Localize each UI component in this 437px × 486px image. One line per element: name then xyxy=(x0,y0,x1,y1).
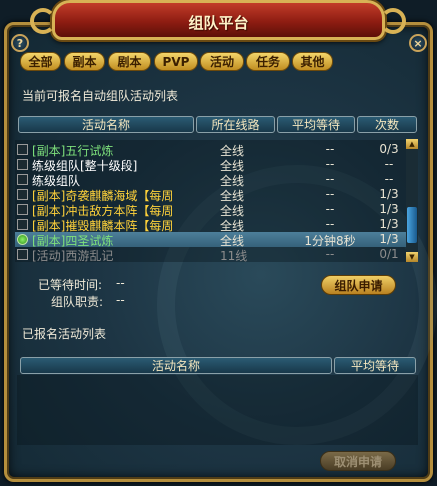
team-role-value: -- xyxy=(116,293,125,307)
activity-wait: -- xyxy=(325,142,335,156)
registered-column-header-avg-wait[interactable]: 平均等待 xyxy=(334,357,416,374)
activity-row[interactable]: [副本]摧毁麒麟本阵【每周 全线 -- 1/3 xyxy=(15,217,407,233)
row-checkbox[interactable] xyxy=(17,189,28,200)
activity-wait: -- xyxy=(325,172,335,186)
tab-activity[interactable]: 活动 xyxy=(200,52,244,71)
close-button[interactable]: × xyxy=(409,34,427,52)
activity-row[interactable]: [副本]冲击敌方本阵【每周 全线 -- 1/3 xyxy=(15,202,407,218)
registered-column-header-activity-name[interactable]: 活动名称 xyxy=(20,357,332,374)
title-bar[interactable]: 组队平台 xyxy=(52,0,385,40)
column-header-avg-wait[interactable]: 平均等待 xyxy=(277,116,355,133)
help-button[interactable]: ? xyxy=(11,34,29,52)
activity-row-selected[interactable]: [副本]四圣试炼 全线 1分钟8秒 1/3 xyxy=(15,232,407,248)
scroll-up-arrow-icon[interactable]: ▲ xyxy=(406,139,418,149)
row-checkbox[interactable] xyxy=(17,159,28,170)
activity-row[interactable]: [副本]五行试炼 全线 -- 0/3 xyxy=(15,142,407,158)
title-scroll-ornament-right xyxy=(380,8,406,34)
scroll-down-arrow-icon[interactable]: ▼ xyxy=(406,252,418,262)
row-checkbox[interactable] xyxy=(17,249,28,260)
registered-list-heading: 已报名活动列表 xyxy=(22,327,107,341)
list-scrollbar[interactable]: ▲ ▼ xyxy=(406,139,418,262)
row-checkbox[interactable] xyxy=(17,174,28,185)
column-header-count[interactable]: 次数 xyxy=(357,116,417,133)
registered-activity-list xyxy=(17,375,418,445)
activity-wait: -- xyxy=(325,217,335,231)
tab-pvp[interactable]: PVP xyxy=(154,52,198,71)
available-list-heading: 当前可报名自动组队活动列表 xyxy=(22,89,179,103)
waited-time-value: -- xyxy=(116,276,125,290)
title-scroll-ornament-left xyxy=(30,8,56,34)
column-header-line[interactable]: 所在线路 xyxy=(196,116,275,133)
team-role-label: 组队职责: xyxy=(51,295,104,309)
window-title: 组队平台 xyxy=(188,14,249,32)
activity-row[interactable]: 练级组队[整十级段] 全线 -- -- xyxy=(15,157,407,173)
cancel-application-button[interactable]: 取消申请 xyxy=(320,451,396,471)
tab-script[interactable]: 剧本 xyxy=(108,52,151,71)
tab-dungeon[interactable]: 副本 xyxy=(64,52,105,71)
activity-row[interactable]: [副本]奇袭麒麟海域【每周 全线 -- 1/3 xyxy=(15,187,407,203)
waited-time-label: 已等待时间: xyxy=(38,278,103,292)
activity-wait: -- xyxy=(325,202,335,216)
column-header-activity-name[interactable]: 活动名称 xyxy=(18,116,194,133)
activity-wait: -- xyxy=(325,157,335,171)
tab-all[interactable]: 全部 xyxy=(20,52,61,71)
row-checkbox[interactable] xyxy=(17,219,28,230)
scroll-thumb[interactable] xyxy=(407,207,417,243)
activity-row[interactable]: [活动]西游乱记 11线 -- 0/1 xyxy=(15,247,407,263)
activity-wait: -- xyxy=(325,187,335,201)
activity-line: 11线 xyxy=(220,249,248,263)
row-checkbox[interactable] xyxy=(17,144,28,155)
activity-wait: -- xyxy=(325,247,335,261)
tab-other[interactable]: 其他 xyxy=(292,52,333,71)
row-radio-selected[interactable] xyxy=(17,234,28,245)
activity-name: [活动]西游乱记 xyxy=(32,249,114,263)
tab-quest[interactable]: 任务 xyxy=(246,52,290,71)
activity-row[interactable]: 练级组队 全线 -- -- xyxy=(15,172,407,188)
apply-team-button[interactable]: 组队申请 xyxy=(321,275,396,295)
row-checkbox[interactable] xyxy=(17,204,28,215)
